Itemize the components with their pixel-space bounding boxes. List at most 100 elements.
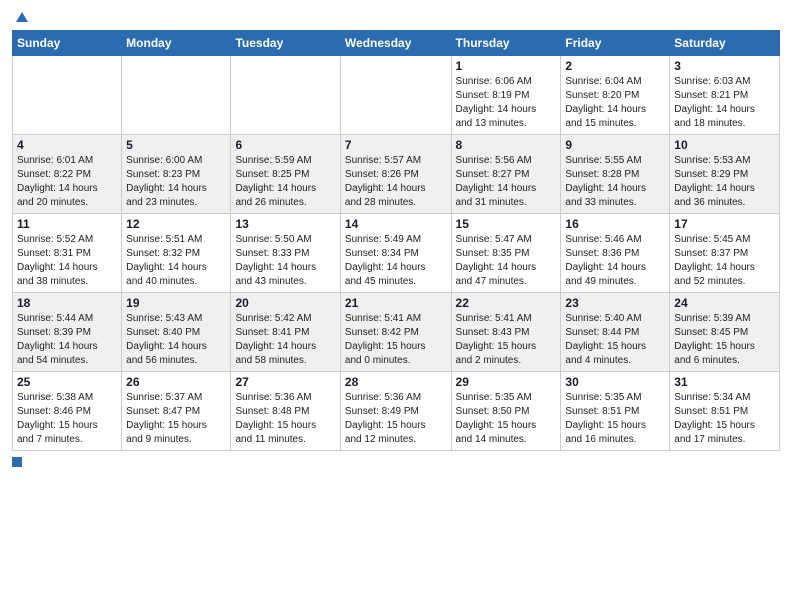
day-cell: 16 Sunrise: 5:46 AM Sunset: 8:36 PM Dayli…	[561, 214, 670, 293]
day-info: Sunrise: 6:06 AM Sunset: 8:19 PM Dayligh…	[456, 75, 557, 131]
day-info: Sunrise: 5:37 AM Sunset: 8:47 PM Dayligh…	[126, 391, 226, 447]
col-header-monday: Monday	[122, 31, 231, 56]
week-row-1: 1 Sunrise: 6:06 AM Sunset: 8:19 PM Daylig…	[13, 56, 780, 135]
day-cell: 25Sunrise: 5:38 AM Sunset: 8:46 PM Dayli…	[13, 372, 122, 451]
day-number: 5	[126, 138, 226, 152]
day-info: Sunrise: 6:00 AM Sunset: 8:23 PM Dayligh…	[126, 154, 226, 210]
day-cell: 6Sunrise: 5:59 AM Sunset: 8:25 PM Daylig…	[231, 135, 340, 214]
day-info: Sunrise: 5:35 AM Sunset: 8:50 PM Dayligh…	[456, 391, 557, 447]
day-number: 7	[345, 138, 447, 152]
day-number: 23	[565, 296, 665, 310]
day-info: Sunrise: 5:52 AM Sunset: 8:31 PM Dayligh…	[17, 233, 117, 289]
day-info: Sunrise: 5:44 AM Sunset: 8:39 PM Dayligh…	[17, 312, 117, 368]
day-number: 3	[674, 59, 775, 73]
calendar-table: SundayMondayTuesdayWednesdayThursdayFrid…	[12, 30, 780, 451]
day-info: Sunrise: 5:59 AM Sunset: 8:25 PM Dayligh…	[235, 154, 335, 210]
day-info: Sunrise: 6:03 AM Sunset: 8:21 PM Dayligh…	[674, 75, 775, 131]
day-number: 24	[674, 296, 775, 310]
day-cell: 8 Sunrise: 5:56 AM Sunset: 8:27 PM Daylig…	[451, 135, 561, 214]
legend-dot	[12, 457, 22, 467]
day-info: Sunrise: 5:34 AM Sunset: 8:51 PM Dayligh…	[674, 391, 775, 447]
day-cell: 1 Sunrise: 6:06 AM Sunset: 8:19 PM Daylig…	[451, 56, 561, 135]
col-header-thursday: Thursday	[451, 31, 561, 56]
col-header-friday: Friday	[561, 31, 670, 56]
day-info: Sunrise: 5:41 AM Sunset: 8:42 PM Dayligh…	[345, 312, 447, 368]
day-info: Sunrise: 5:57 AM Sunset: 8:26 PM Dayligh…	[345, 154, 447, 210]
day-number: 18	[17, 296, 117, 310]
day-cell: 27Sunrise: 5:36 AM Sunset: 8:48 PM Dayli…	[231, 372, 340, 451]
header-row: SundayMondayTuesdayWednesdayThursdayFrid…	[13, 31, 780, 56]
day-info: Sunrise: 5:49 AM Sunset: 8:34 PM Dayligh…	[345, 233, 447, 289]
day-info: Sunrise: 5:45 AM Sunset: 8:37 PM Dayligh…	[674, 233, 775, 289]
day-cell: 22Sunrise: 5:41 AM Sunset: 8:43 PM Dayli…	[451, 293, 561, 372]
day-cell: 12Sunrise: 5:51 AM Sunset: 8:32 PM Dayli…	[122, 214, 231, 293]
page: SundayMondayTuesdayWednesdayThursdayFrid…	[0, 0, 792, 612]
day-info: Sunrise: 5:46 AM Sunset: 8:36 PM Dayligh…	[565, 233, 665, 289]
day-info: Sunrise: 5:56 AM Sunset: 8:27 PM Dayligh…	[456, 154, 557, 210]
day-info: Sunrise: 5:36 AM Sunset: 8:49 PM Dayligh…	[345, 391, 447, 447]
day-info: Sunrise: 5:50 AM Sunset: 8:33 PM Dayligh…	[235, 233, 335, 289]
day-cell: 21Sunrise: 5:41 AM Sunset: 8:42 PM Dayli…	[340, 293, 451, 372]
day-cell: 5 Sunrise: 6:00 AM Sunset: 8:23 PM Daylig…	[122, 135, 231, 214]
day-cell: 18 Sunrise: 5:44 AM Sunset: 8:39 PM Dayli…	[13, 293, 122, 372]
week-row-2: 4 Sunrise: 6:01 AM Sunset: 8:22 PM Daylig…	[13, 135, 780, 214]
day-cell: 7 Sunrise: 5:57 AM Sunset: 8:26 PM Daylig…	[340, 135, 451, 214]
day-number: 15	[456, 217, 557, 231]
day-cell: 2Sunrise: 6:04 AM Sunset: 8:20 PM Daylig…	[561, 56, 670, 135]
day-info: Sunrise: 5:39 AM Sunset: 8:45 PM Dayligh…	[674, 312, 775, 368]
day-info: Sunrise: 6:01 AM Sunset: 8:22 PM Dayligh…	[17, 154, 117, 210]
day-number: 29	[456, 375, 557, 389]
col-header-saturday: Saturday	[670, 31, 780, 56]
day-cell: 31Sunrise: 5:34 AM Sunset: 8:51 PM Dayli…	[670, 372, 780, 451]
day-info: Sunrise: 5:35 AM Sunset: 8:51 PM Dayligh…	[565, 391, 665, 447]
day-number: 2	[565, 59, 665, 73]
day-number: 17	[674, 217, 775, 231]
day-number: 26	[126, 375, 226, 389]
day-info: Sunrise: 5:36 AM Sunset: 8:48 PM Dayligh…	[235, 391, 335, 447]
day-cell: 24 Sunrise: 5:39 AM Sunset: 8:45 PM Dayli…	[670, 293, 780, 372]
day-number: 8	[456, 138, 557, 152]
day-cell: 4 Sunrise: 6:01 AM Sunset: 8:22 PM Daylig…	[13, 135, 122, 214]
col-header-wednesday: Wednesday	[340, 31, 451, 56]
day-cell: 30 Sunrise: 5:35 AM Sunset: 8:51 PM Dayli…	[561, 372, 670, 451]
calendar-header: SundayMondayTuesdayWednesdayThursdayFrid…	[13, 31, 780, 56]
logo	[12, 10, 28, 24]
day-info: Sunrise: 5:55 AM Sunset: 8:28 PM Dayligh…	[565, 154, 665, 210]
day-number: 30	[565, 375, 665, 389]
day-number: 10	[674, 138, 775, 152]
day-cell: 26 Sunrise: 5:37 AM Sunset: 8:47 PM Dayli…	[122, 372, 231, 451]
day-info: Sunrise: 5:38 AM Sunset: 8:46 PM Dayligh…	[17, 391, 117, 447]
day-number: 4	[17, 138, 117, 152]
week-row-4: 18 Sunrise: 5:44 AM Sunset: 8:39 PM Dayli…	[13, 293, 780, 372]
day-cell: 13 Sunrise: 5:50 AM Sunset: 8:33 PM Dayli…	[231, 214, 340, 293]
day-info: Sunrise: 5:43 AM Sunset: 8:40 PM Dayligh…	[126, 312, 226, 368]
footer	[12, 457, 780, 467]
day-cell: 28Sunrise: 5:36 AM Sunset: 8:49 PM Dayli…	[340, 372, 451, 451]
col-header-tuesday: Tuesday	[231, 31, 340, 56]
day-number: 13	[235, 217, 335, 231]
day-number: 22	[456, 296, 557, 310]
day-number: 1	[456, 59, 557, 73]
day-cell: 20Sunrise: 5:42 AM Sunset: 8:41 PM Dayli…	[231, 293, 340, 372]
day-cell: 23Sunrise: 5:40 AM Sunset: 8:44 PM Dayli…	[561, 293, 670, 372]
day-cell: 10 Sunrise: 5:53 AM Sunset: 8:29 PM Dayli…	[670, 135, 780, 214]
day-info: Sunrise: 5:51 AM Sunset: 8:32 PM Dayligh…	[126, 233, 226, 289]
day-info: Sunrise: 5:53 AM Sunset: 8:29 PM Dayligh…	[674, 154, 775, 210]
day-cell: 29 Sunrise: 5:35 AM Sunset: 8:50 PM Dayli…	[451, 372, 561, 451]
day-number: 19	[126, 296, 226, 310]
day-cell	[231, 56, 340, 135]
week-row-3: 11 Sunrise: 5:52 AM Sunset: 8:31 PM Dayli…	[13, 214, 780, 293]
day-cell	[122, 56, 231, 135]
day-info: Sunrise: 5:42 AM Sunset: 8:41 PM Dayligh…	[235, 312, 335, 368]
day-number: 11	[17, 217, 117, 231]
day-cell	[340, 56, 451, 135]
day-cell: 11 Sunrise: 5:52 AM Sunset: 8:31 PM Dayli…	[13, 214, 122, 293]
day-cell: 14 Sunrise: 5:49 AM Sunset: 8:34 PM Dayli…	[340, 214, 451, 293]
header	[12, 10, 780, 24]
logo-icon	[14, 10, 28, 24]
day-number: 16	[565, 217, 665, 231]
calendar-body: 1 Sunrise: 6:06 AM Sunset: 8:19 PM Daylig…	[13, 56, 780, 451]
col-header-sunday: Sunday	[13, 31, 122, 56]
day-number: 14	[345, 217, 447, 231]
day-cell: 15Sunrise: 5:47 AM Sunset: 8:35 PM Dayli…	[451, 214, 561, 293]
